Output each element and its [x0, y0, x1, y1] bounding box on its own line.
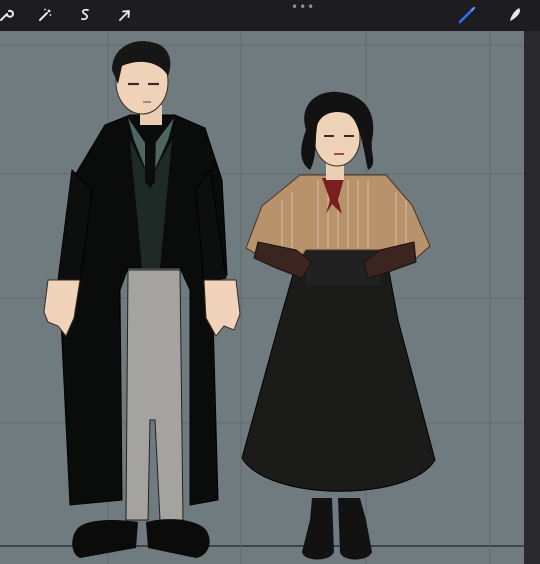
wrench-icon[interactable] [0, 3, 18, 27]
top-toolbar: ••• [0, 0, 540, 31]
figure-woman [241, 91, 436, 560]
selection-s-icon[interactable] [73, 3, 97, 27]
brush-icon[interactable] [455, 3, 479, 27]
more-menu-icon[interactable]: ••• [291, 1, 314, 13]
smudge-icon[interactable] [503, 3, 527, 27]
side-panel-strip[interactable] [524, 31, 540, 564]
figure-man [43, 41, 241, 558]
magic-wand-icon[interactable] [33, 3, 57, 27]
artwork [0, 31, 524, 564]
arrow-cursor-icon[interactable] [113, 3, 137, 27]
drawing-canvas[interactable] [0, 31, 524, 564]
